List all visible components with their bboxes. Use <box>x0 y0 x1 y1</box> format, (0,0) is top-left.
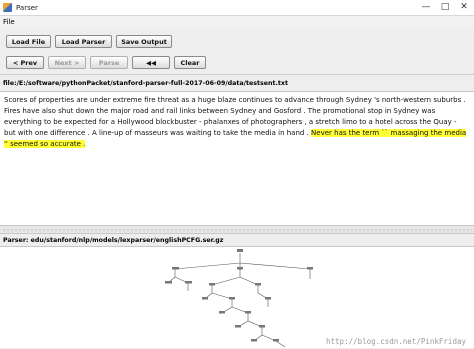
close-icon[interactable]: ✕ <box>458 2 470 13</box>
window-title: Parser <box>16 3 38 12</box>
watermark-text: http://blog.csdn.net/PinkFriday <box>326 337 466 346</box>
parse-tree-diagram <box>165 249 313 348</box>
fast-backward-icon: ◀◀ <box>146 58 156 67</box>
sentence-text-area[interactable]: Scores of properties are under extreme f… <box>0 91 474 226</box>
window-controls: — □ ✕ <box>420 2 470 13</box>
next-button[interactable]: Next > <box>48 56 86 69</box>
load-file-button[interactable]: Load File <box>6 35 51 48</box>
menu-file[interactable]: File <box>3 18 15 26</box>
toolbar-separator <box>0 74 474 75</box>
split-pane-divider[interactable] <box>0 226 474 234</box>
parse-button[interactable]: Parse <box>90 56 128 69</box>
maximize-icon[interactable]: □ <box>439 2 451 13</box>
title-bar: Parser — □ ✕ <box>0 0 474 16</box>
parse-tree-panel[interactable]: http://blog.csdn.net/PinkFriday <box>0 246 474 348</box>
save-output-button[interactable]: Save Output <box>116 35 172 48</box>
minimize-icon[interactable]: — <box>420 2 432 13</box>
parser-path-label: Parser: edu/stanford/nlp/models/lexparse… <box>3 237 224 244</box>
clear-button[interactable]: Clear <box>174 56 206 69</box>
file-path-label: file:/E:/software/pythonPacket/stanford-… <box>3 80 288 87</box>
prev-button[interactable]: < Prev <box>6 56 44 69</box>
menu-bar: File <box>0 16 474 28</box>
load-parser-button[interactable]: Load Parser <box>55 35 112 48</box>
left-arrows-button[interactable]: ◀◀ <box>132 56 170 69</box>
java-app-icon <box>3 3 12 12</box>
